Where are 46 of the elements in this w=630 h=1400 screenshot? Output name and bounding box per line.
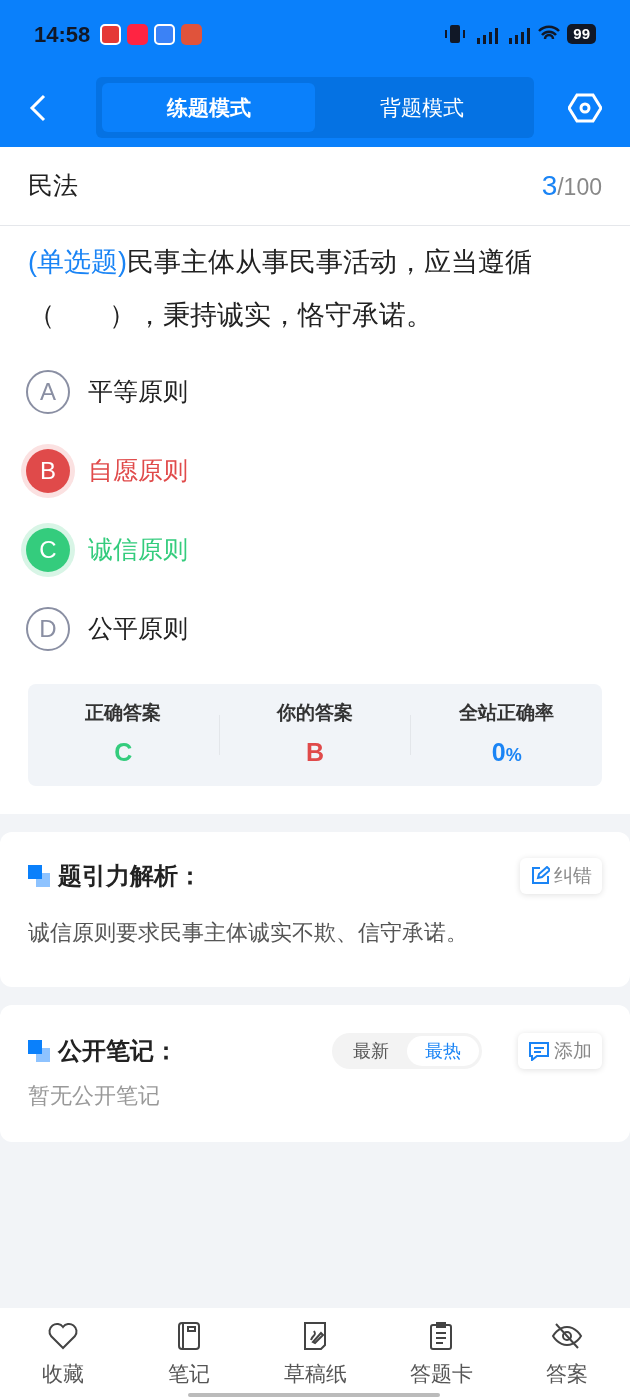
answer-unit: % <box>505 744 522 767</box>
answer-value: C <box>114 736 133 768</box>
status-time: 14:58 <box>34 20 91 49</box>
heart-icon <box>47 1320 79 1352</box>
section-icon <box>28 865 50 887</box>
mode-tab[interactable]: 练题模式 <box>102 83 315 132</box>
section-title: 题引力解析： <box>58 861 202 891</box>
app-icon <box>127 23 149 45</box>
back-icon[interactable] <box>28 93 48 122</box>
section-icon <box>28 1040 50 1062</box>
add-note-button[interactable]: 添加 <box>518 1033 602 1069</box>
app-icon <box>181 23 203 45</box>
section-title: 公开笔记： <box>58 1036 178 1066</box>
option-text[interactable]: 公平原则 <box>88 609 188 648</box>
option-text[interactable]: 自愿原则 <box>88 451 188 490</box>
app-icon <box>154 23 176 45</box>
report-error-button[interactable]: 纠错 <box>520 858 602 894</box>
subject-title: 民法 <box>28 170 78 202</box>
analysis-text: 诚信原则要求民事主体诚实不欺、信守承诺。 <box>28 919 469 947</box>
answer-label: 正确答案 <box>85 701 162 725</box>
answer-label: 你的答案 <box>277 701 353 725</box>
question-total: /100 <box>557 173 602 202</box>
sort-tab[interactable]: 最新 <box>335 1036 407 1066</box>
sort-tab[interactable]: 最热 <box>407 1036 479 1066</box>
question-text: (单选题)民事主体从事民事活动，应当遵循（ ），秉持诚实，恪守承诺。 <box>27 246 533 332</box>
comment-icon <box>528 1041 550 1061</box>
toolbar-button[interactable]: 答案 <box>504 1320 630 1390</box>
toolbar-button[interactable]: 草稿纸 <box>252 1320 378 1390</box>
answer-label: 全站正确率 <box>459 701 555 725</box>
mode-tab[interactable]: 背题模式 <box>315 83 528 132</box>
option-text[interactable]: 平等原则 <box>88 372 188 411</box>
toolbar-button[interactable]: 笔记 <box>126 1320 252 1390</box>
answer-value: B <box>305 736 325 768</box>
toolbar-button[interactable]: 答题卡 <box>378 1320 504 1390</box>
vibrate-icon <box>443 24 468 44</box>
empty-notes-text: 暂无公开笔记 <box>28 1082 161 1110</box>
answer-value: 0 <box>491 736 506 768</box>
battery-indicator: 99 <box>567 24 596 44</box>
option-text[interactable]: 诚信原则 <box>88 530 188 569</box>
edit-icon <box>530 866 550 886</box>
app-icon <box>100 23 122 45</box>
option-letter[interactable]: D <box>26 606 70 651</box>
settings-icon[interactable] <box>568 92 602 123</box>
question-number: 3 <box>541 169 558 203</box>
option-letter[interactable]: A <box>26 369 70 414</box>
toolbar-button[interactable]: 收藏 <box>0 1320 126 1390</box>
